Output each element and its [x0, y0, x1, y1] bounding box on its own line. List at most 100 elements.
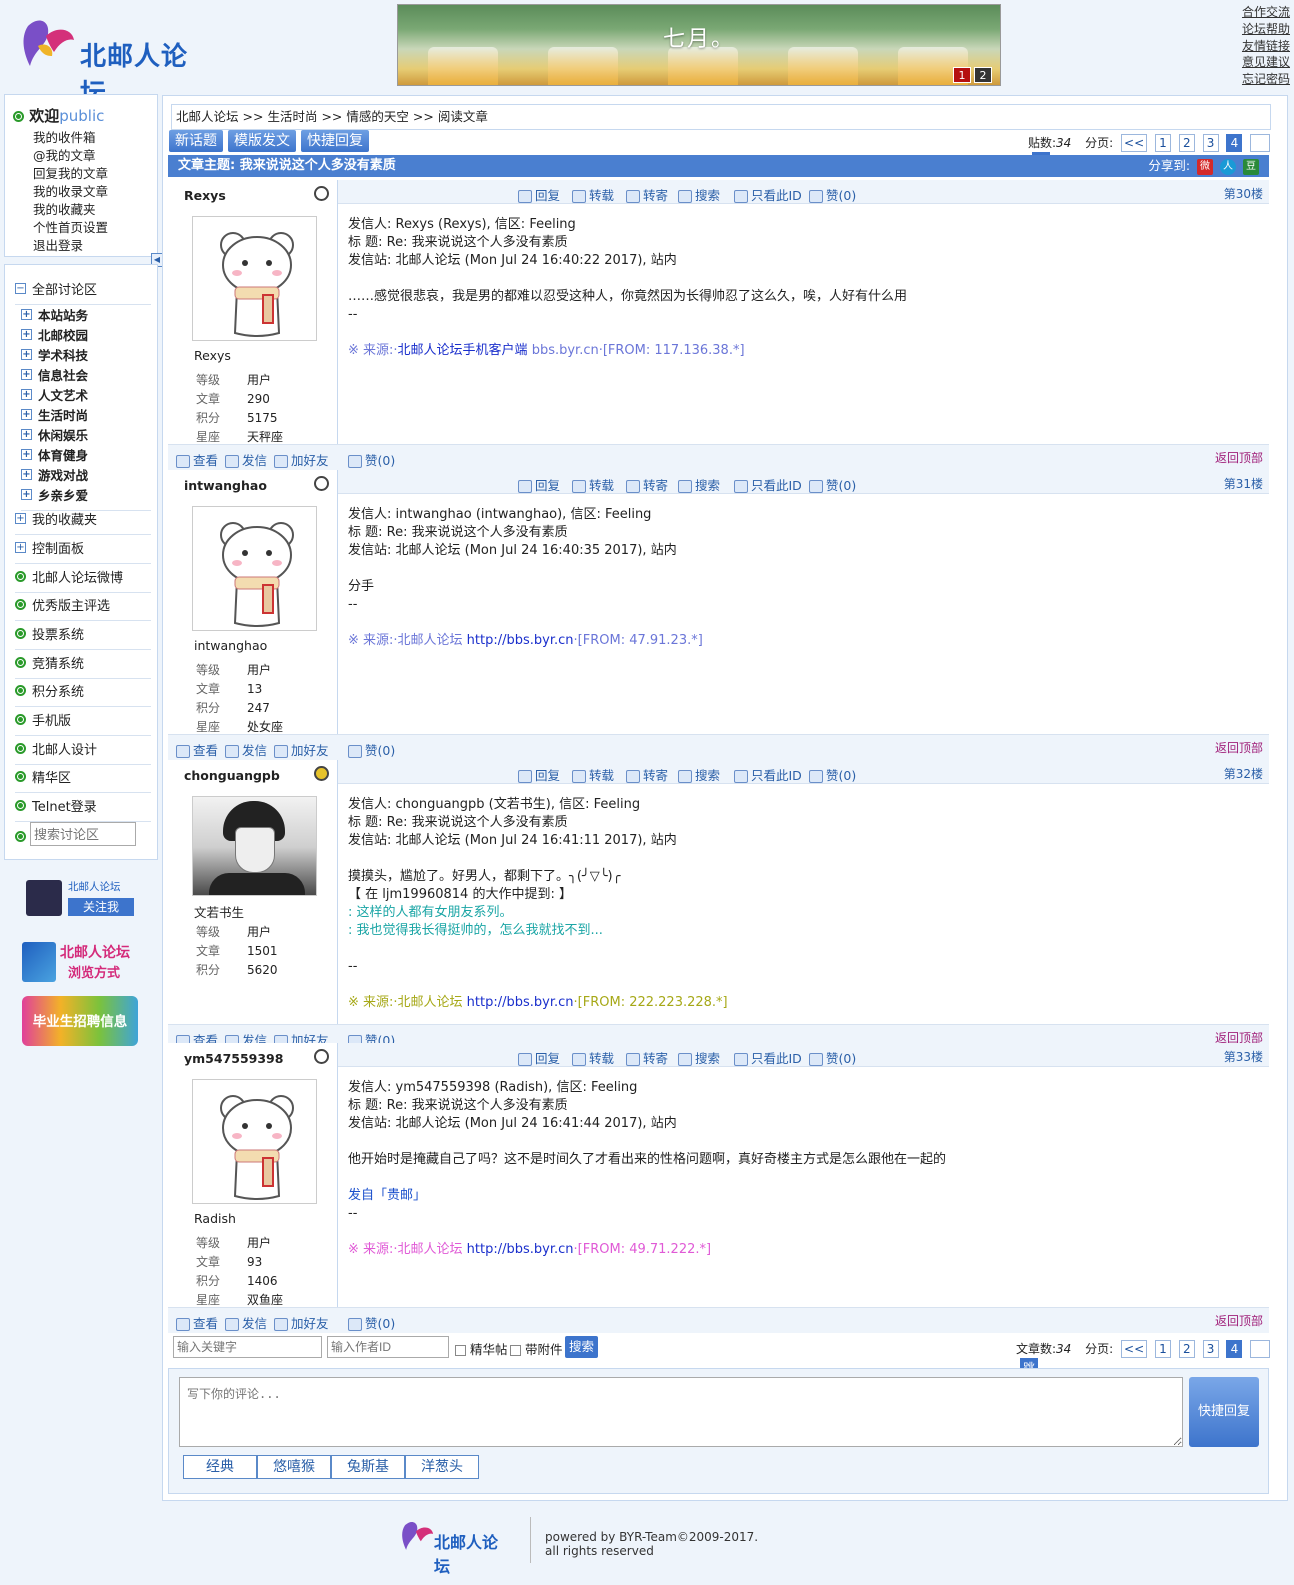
nav-link-design[interactable]: 北邮人设计 — [15, 739, 151, 765]
nav-section[interactable]: + 游戏对战 — [21, 465, 157, 484]
nav-link-mobile[interactable]: 手机版 — [15, 710, 151, 736]
back-to-top-link[interactable]: 返回顶部 — [1215, 449, 1263, 466]
nav-link-moderator-vote[interactable]: 优秀版主评选 — [15, 595, 151, 621]
forward-button[interactable]: 转寄 — [626, 1048, 668, 1067]
floor-number[interactable]: 第31楼 — [1224, 475, 1263, 492]
nav-section[interactable]: + 本站站务 — [21, 305, 157, 324]
banner[interactable]: 七月。 1 2 — [397, 4, 1001, 86]
welcome-user[interactable]: public — [59, 107, 104, 125]
page-prev[interactable]: << — [1121, 134, 1148, 152]
nav-section[interactable]: + 体育健身 — [21, 445, 157, 464]
emoticon-tab-monkey[interactable]: 悠嘻猴 — [257, 1455, 331, 1479]
nav-section[interactable]: + 人文艺术 — [21, 385, 157, 404]
crumb-board[interactable]: 情感的天空 — [346, 109, 409, 124]
nav-section[interactable]: + 学术科技 — [21, 345, 157, 364]
forward-button[interactable]: 转寄 — [626, 475, 668, 494]
emoticon-tab-onion[interactable]: 洋葱头 — [405, 1455, 479, 1479]
source-link[interactable]: http://bbs.byr.cn — [467, 1242, 574, 1257]
page-prev[interactable]: << — [1121, 1340, 1148, 1358]
banner-page-2[interactable]: 2 — [974, 67, 992, 83]
keyword-search-input[interactable] — [173, 1336, 322, 1358]
quick-reply-submit[interactable]: 快捷回复 — [1189, 1377, 1259, 1447]
weibo-follow-button[interactable]: 关注我 — [68, 898, 134, 916]
reply-textarea[interactable] — [179, 1377, 1183, 1447]
reply-button[interactable]: 回复 — [518, 475, 560, 494]
nav-link-guess[interactable]: 竞猜系统 — [15, 653, 151, 679]
reply-button[interactable]: 回复 — [518, 1048, 560, 1067]
menu-homepage-settings[interactable]: 个性首页设置 — [33, 217, 108, 236]
nav-link-digest[interactable]: 精华区 — [15, 767, 151, 793]
forward-button[interactable]: 转寄 — [626, 765, 668, 784]
only-this-id-button[interactable]: 只看此ID — [734, 185, 802, 204]
search-submit-button[interactable]: 搜索 — [565, 1336, 599, 1358]
menu-replies[interactable]: 回复我的文章 — [33, 163, 108, 182]
menu-logout[interactable]: 退出登录 — [33, 235, 83, 254]
only-this-id-button[interactable]: 只看此ID — [734, 1048, 802, 1067]
site-logo[interactable]: 北邮人论坛 — [18, 12, 198, 109]
search-button[interactable]: 搜索 — [678, 475, 720, 494]
nav-section[interactable]: + 生活时尚 — [21, 405, 157, 424]
page-link[interactable]: 2 — [1178, 134, 1195, 152]
emoticon-tab-rabbit[interactable]: 兔斯基 — [331, 1455, 405, 1479]
nav-link-telnet[interactable]: Telnet登录 — [15, 796, 151, 822]
renren-share-icon[interactable]: 人 — [1220, 158, 1237, 175]
page-link[interactable]: 1 — [1154, 134, 1171, 152]
page-link[interactable]: 1 — [1154, 1340, 1171, 1358]
digest-filter[interactable]: 精华帖 — [455, 1339, 508, 1358]
page-jump-input[interactable] — [1250, 134, 1271, 152]
banner-page-1[interactable]: 1 — [953, 67, 971, 83]
repost-button[interactable]: 转载 — [572, 185, 614, 204]
douban-share-icon[interactable]: 豆 — [1243, 158, 1259, 175]
nav-section[interactable]: + 乡亲乡爱 — [21, 485, 151, 511]
template-post-button[interactable]: 模版发文 — [228, 130, 296, 152]
author-id[interactable]: intwanghao — [184, 478, 267, 493]
nav-section[interactable]: + 信息社会 — [21, 365, 157, 384]
crumb-section[interactable]: 生活时尚 — [267, 109, 317, 124]
source-link[interactable]: http://bbs.byr.cn — [467, 633, 574, 648]
nav-control-panel[interactable]: + 控制面板 — [15, 538, 151, 564]
like-button[interactable]: 赞(0) — [809, 765, 856, 784]
board-search-input[interactable] — [30, 822, 136, 846]
reply-button[interactable]: 回复 — [518, 765, 560, 784]
menu-at-me[interactable]: @我的文章 — [33, 145, 96, 164]
back-to-top-link[interactable]: 返回顶部 — [1215, 739, 1263, 756]
source-link[interactable]: http://bbs.byr.cn — [467, 995, 574, 1010]
weibo-share-icon[interactable]: 微 — [1197, 158, 1214, 175]
link-forgot-password[interactable]: 忘记密码 — [1228, 71, 1290, 88]
browse-mode-promo[interactable]: 北邮人论坛 浏览方式 — [22, 938, 138, 986]
repost-button[interactable]: 转载 — [572, 475, 614, 494]
avatar[interactable] — [192, 216, 317, 341]
footer-like-button[interactable]: 赞(0) — [348, 740, 395, 759]
only-this-id-button[interactable]: 只看此ID — [734, 475, 802, 494]
floor-number[interactable]: 第32楼 — [1224, 765, 1263, 782]
footer-like-button[interactable]: 赞(0) — [348, 450, 395, 469]
like-button[interactable]: 赞(0) — [809, 475, 856, 494]
send-mail-button[interactable]: 发信 — [225, 450, 267, 469]
weibo-follow-promo[interactable]: 北邮人论坛 关注我 — [22, 876, 138, 918]
avatar[interactable] — [192, 506, 317, 631]
quick-reply-button[interactable]: 快捷回复 — [301, 130, 369, 152]
send-mail-button[interactable]: 发信 — [225, 1313, 267, 1332]
nav-section[interactable]: + 北邮校园 — [21, 325, 157, 344]
floor-number[interactable]: 第30楼 — [1224, 185, 1263, 202]
link-feedback[interactable]: 意见建议 — [1228, 54, 1290, 71]
repost-button[interactable]: 转载 — [572, 1048, 614, 1067]
search-button[interactable]: 搜索 — [678, 185, 720, 204]
source-link[interactable]: 北邮人论坛手机客户端 — [398, 343, 528, 358]
add-friend-button[interactable]: 加好友 — [274, 1313, 329, 1332]
forward-button[interactable]: 转寄 — [626, 185, 668, 204]
page-current[interactable]: 4 — [1226, 1340, 1243, 1358]
floor-number[interactable]: 第33楼 — [1224, 1048, 1263, 1065]
emoticon-tab-classic[interactable]: 经典 — [183, 1455, 257, 1479]
nav-link-vote[interactable]: 投票系统 — [15, 624, 151, 650]
link-help[interactable]: 论坛帮助 — [1228, 21, 1290, 38]
author-id[interactable]: chonguangpb — [184, 768, 280, 783]
add-friend-button[interactable]: 加好友 — [274, 740, 329, 759]
digest-checkbox[interactable] — [455, 1345, 466, 1356]
nav-all-boards[interactable]: − 全部讨论区 — [15, 279, 151, 305]
page-link[interactable]: 2 — [1178, 1340, 1195, 1358]
footer-like-button[interactable]: 赞(0) — [348, 1313, 395, 1332]
nav-link-weibo[interactable]: 北邮人论坛微博 — [15, 567, 151, 593]
nav-section[interactable]: + 休闲娱乐 — [21, 425, 157, 444]
nav-link-points[interactable]: 积分系统 — [15, 681, 151, 707]
